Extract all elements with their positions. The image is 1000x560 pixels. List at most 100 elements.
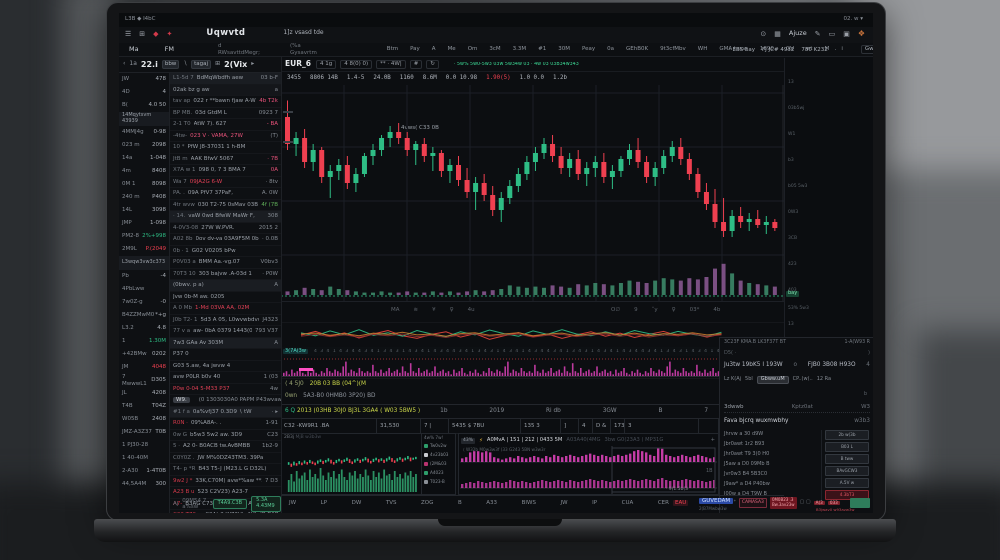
order-row[interactable]: J9aw* a D4 P40bw bbox=[724, 480, 816, 490]
layout-icon[interactable]: ▦ bbox=[774, 30, 781, 38]
nav-mode-button[interactable]: tagaj bbox=[191, 60, 211, 68]
watchlist-row[interactable]: 2M9LP.(2049 bbox=[119, 243, 169, 256]
book-icon[interactable]: ▣ bbox=[843, 30, 850, 38]
watchlist-row[interactable]: 4PbLww bbox=[119, 283, 169, 296]
menu-item[interactable]: 0a bbox=[607, 46, 614, 52]
grid-toggle-icon[interactable]: ⊞ bbox=[215, 61, 220, 68]
momentum-histogram-pane[interactable] bbox=[281, 356, 784, 379]
detail-row[interactable]: X7A w 1098 0, 7 3 BMA 70A bbox=[170, 165, 281, 177]
detail-row[interactable]: W9.A-3043d 5wv23 7(0 1303030A0 PAPM P43w… bbox=[170, 395, 281, 407]
pane-icon[interactable]: O∅ bbox=[611, 307, 620, 313]
detail-row[interactable]: Jvw 0b-M aw. 0205 bbox=[170, 292, 281, 304]
positions-table-row[interactable]: C32 -KW9R1 .BA31,5307 |5435 $ 7BU135 3]4… bbox=[281, 419, 719, 434]
confirm-button[interactable]: 5.3A 4.43M9 bbox=[251, 496, 281, 512]
watchlist-row[interactable]: B(4.0 50 bbox=[119, 99, 169, 112]
menu-item[interactable]: Om bbox=[468, 46, 478, 52]
watchlist-row[interactable]: L3.24.8 bbox=[119, 322, 169, 335]
menu-item[interactable]: #1 bbox=[538, 46, 546, 52]
forward-icon[interactable]: ▸ bbox=[251, 61, 254, 68]
menu-item[interactable]: 9t3cfMbv bbox=[660, 46, 686, 52]
edit-icon[interactable]: ✎ bbox=[815, 30, 821, 38]
pane-icon[interactable]: 4b bbox=[713, 307, 720, 313]
detail-row[interactable]: PA. .09A PfV7 37PaF,A. 0W bbox=[170, 188, 281, 200]
mini-chart-panel[interactable]: 2B3j MjB w3b3w 4w% 7w! Tw0v2w4v23b03(2M&… bbox=[281, 433, 456, 495]
pane-icon[interactable]: ˅y bbox=[652, 307, 658, 313]
detail-row[interactable]: (0bwv. p a)A bbox=[170, 280, 281, 292]
watchlist-row[interactable]: JW478 bbox=[119, 73, 169, 86]
watchlist-row[interactable]: 7 MwwwL1D305 bbox=[119, 374, 169, 387]
watchlist-row[interactable]: +42BMw0202 bbox=[119, 348, 169, 361]
watchlist-row[interactable]: 4m8408 bbox=[119, 165, 169, 178]
pane-icon[interactable]: 4u bbox=[468, 307, 475, 313]
detail-row[interactable]: T4- p *RB43 T5-J (M23.L G D32L) bbox=[170, 464, 281, 476]
list-icon[interactable]: ☰ bbox=[125, 30, 131, 38]
menu-item[interactable]: 30M bbox=[558, 46, 570, 52]
interval-button[interactable]: ↻ bbox=[426, 60, 439, 68]
detail-row[interactable]: 7w3 GAa Av 303MA bbox=[170, 338, 281, 350]
watchlist-row[interactable]: Pb-4 bbox=[119, 270, 169, 283]
detail-row[interactable]: 4tr wvw030 T2-75 0sMav 03BQ4f (7B bbox=[170, 200, 281, 212]
axis-blue-tag[interactable]: GUVEDAM bbox=[699, 498, 733, 504]
watchlist-row[interactable]: 1 40-40M bbox=[119, 452, 169, 465]
pane-icon[interactable]: 9 bbox=[634, 307, 638, 313]
order-action-button[interactable]: BAvGCW3 bbox=[825, 466, 869, 476]
order-action-button[interactable]: B03 L bbox=[825, 442, 869, 452]
moving-average-pane[interactable] bbox=[281, 321, 784, 347]
pane-icon[interactable]: ≋ bbox=[414, 307, 419, 313]
right-panel-tab[interactable]: FJ JC# 4932 bbox=[762, 47, 794, 53]
watchlist-row[interactable]: JMP1-098 bbox=[119, 217, 169, 230]
detail-row[interactable]: BP MB.03d GtdM L0923 7 bbox=[170, 108, 281, 120]
watchlist-row[interactable]: 1 PJ30-28 bbox=[119, 439, 169, 452]
detail-row[interactable]: 2-1 T0AtW 7). 627- BA bbox=[170, 119, 281, 131]
detail-row[interactable]: tav ap022 r **bawn fjaw A-W4b T2k bbox=[170, 96, 281, 108]
detail-row[interactable]: · 14.vaW 0wd BfwW MaWr F,308 bbox=[170, 211, 281, 223]
detail-row[interactable]: 02ak bz g awa bbox=[170, 85, 281, 97]
detail-row[interactable]: JtB mAAK BfwV 5067· 7B bbox=[170, 154, 281, 166]
order-row[interactable]: Jvr0w3 B4 5B3C0 bbox=[724, 470, 816, 480]
detail-row[interactable]: 10 *PfW J8-37031 1 h-BM bbox=[170, 142, 281, 154]
watchlist-row[interactable]: 4D4 bbox=[119, 86, 169, 99]
workspace-label[interactable]: Ajuze bbox=[789, 30, 807, 37]
detail-row[interactable]: A02 8b0ov dv-va 03A9F5M 0b-vg· 0.0B bbox=[170, 234, 281, 246]
watchlist-row[interactable]: T4BT04Z bbox=[119, 400, 169, 413]
detail-row[interactable]: 0w Gb5w3 5w2 aw. 3D9C23 bbox=[170, 430, 281, 442]
detail-row[interactable]: #1 f a0a%vfj37 0.3D9 ∖ tW· ▸ bbox=[170, 407, 281, 419]
detail-row[interactable]: P37 0 bbox=[170, 349, 281, 361]
watchlist-row[interactable]: 4MMJ4g0-98 bbox=[119, 126, 169, 139]
interval-button[interactable]: 4 1g bbox=[316, 60, 336, 68]
detail-row[interactable]: avw P0LR b0v 401 (03 bbox=[170, 372, 281, 384]
detail-row[interactable]: 77 v aaw- 0bA 0379 1443(0) 7793 V37 bbox=[170, 326, 281, 338]
interval-button[interactable]: ** · 4W| bbox=[376, 60, 406, 68]
titlebar-account-menu[interactable]: 02. w ▾ bbox=[843, 16, 863, 22]
accent-icon[interactable]: ❖ bbox=[858, 29, 865, 38]
interval-button[interactable]: # bbox=[410, 60, 423, 68]
detail-row[interactable]: P0V03 aBMM Aa.-vg.07V0bv3 bbox=[170, 257, 281, 269]
right-panel-tab[interactable]: 780 K232 bbox=[801, 47, 827, 53]
menu-item[interactable]: A bbox=[432, 46, 436, 52]
menu-item[interactable]: 3.3M bbox=[513, 46, 527, 52]
watchlist-row[interactable]: 0M 18098 bbox=[119, 178, 169, 191]
detail-row[interactable]: 4-0V3-0827W W.PVR.2015 2 bbox=[170, 223, 281, 235]
detail-row[interactable]: -4tw-023 V · VAMA, 27W(T) bbox=[170, 131, 281, 143]
buy-button[interactable]: T4A9.C3B bbox=[213, 499, 248, 509]
watchlist-row[interactable]: JL4208 bbox=[119, 387, 169, 400]
oscillator-panel[interactable]: 43% ⚡ A0MvA | 151 | 212 | 0433 5M A03A40… bbox=[458, 433, 719, 495]
candlestick-chart[interactable]: 4vws( C33 0B bbox=[281, 85, 784, 301]
menu-item[interactable]: Me bbox=[448, 46, 456, 52]
detail-row[interactable]: G03 5.aw, 4a jwvw 4 bbox=[170, 361, 281, 373]
watchlist-row[interactable]: 7w0Z-g-0 bbox=[119, 296, 169, 309]
menu-item[interactable]: Pay bbox=[410, 46, 420, 52]
interval-button[interactable]: 4 8(0) 0) bbox=[340, 60, 372, 68]
detail-row[interactable]: 0b · 1G02 V0205 bPw bbox=[170, 246, 281, 258]
detail-row[interactable]: 9w2 J *33K,C70M) avw*%aw **50237 D3 bbox=[170, 476, 281, 488]
sidebar-tab-ma[interactable]: Ma bbox=[129, 46, 139, 53]
menu-item[interactable]: WH bbox=[698, 46, 708, 52]
detail-action-button[interactable]: W9. bbox=[173, 397, 190, 403]
watchlist-row[interactable]: B4ZZMwM0*+g bbox=[119, 309, 169, 322]
add-indicator-button[interactable]: + bbox=[711, 438, 715, 444]
detail-row[interactable]: R0N ·09%A8A-. .1-91 bbox=[170, 418, 281, 430]
detail-row[interactable]: 5 ·A2 0- B0ACB tw.AvBMBB1b2-9 bbox=[170, 441, 281, 453]
right-panel-tab[interactable]: · EBS bay bbox=[729, 47, 755, 53]
detail-row[interactable]: L1-5d 7BdMqWbdfh aew03 b-F bbox=[170, 73, 281, 85]
order-action-button[interactable]: B tww bbox=[825, 454, 869, 464]
